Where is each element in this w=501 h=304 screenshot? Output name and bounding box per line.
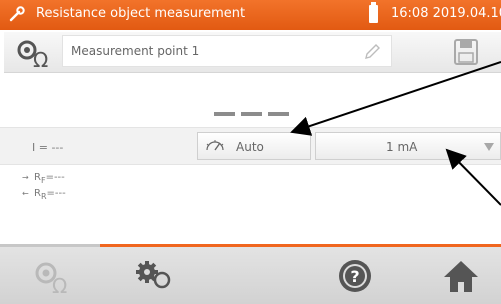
save-icon[interactable] — [454, 39, 478, 65]
ohm-probe-icon[interactable]: Ω — [32, 256, 72, 296]
ohm-probe-icon[interactable]: Ω — [14, 36, 56, 70]
home-icon[interactable] — [441, 256, 481, 296]
svg-text:?: ? — [350, 267, 359, 286]
window-title: Resistance object measurement — [36, 6, 246, 21]
clock: 16:08 2019.04.10 — [391, 6, 501, 21]
arrow-right-icon: → — [22, 173, 29, 182]
wrench-icon — [9, 6, 25, 22]
reading-dash — [268, 112, 289, 116]
svg-text:Ω: Ω — [52, 274, 67, 296]
current-reading: I = --- — [32, 141, 64, 154]
accent-line — [100, 244, 501, 247]
rf-result: → RF=--- — [22, 172, 65, 185]
active-tab-indicator — [0, 244, 100, 247]
auto-range-button[interactable]: Auto — [197, 132, 311, 160]
arrow-left-icon: ← — [22, 189, 29, 198]
measurement-point-name: Measurement point 1 — [71, 44, 200, 58]
controls-row: I = --- Auto 1 mA — [0, 127, 501, 165]
auto-range-icon — [206, 140, 224, 151]
gear-icon[interactable] — [134, 256, 174, 296]
measurement-point-bar: Ω Measurement point 1 — [4, 32, 501, 73]
svg-text:Ω: Ω — [33, 48, 48, 70]
help-icon[interactable]: ? — [335, 256, 375, 296]
auto-range-label: Auto — [236, 140, 264, 154]
reading-dash — [214, 112, 235, 116]
bottom-nav: Ω ? — [0, 244, 501, 304]
measurement-point-field[interactable]: Measurement point 1 — [62, 35, 392, 67]
pencil-icon[interactable] — [363, 43, 381, 61]
reading-dash — [241, 112, 262, 116]
rr-result: ← RR=--- — [22, 188, 66, 201]
title-bar: Resistance object measurement 16:08 2019… — [0, 0, 501, 30]
test-current-value: 1 mA — [386, 140, 418, 154]
chevron-down-icon — [484, 143, 494, 151]
battery-icon — [369, 2, 378, 23]
test-current-select[interactable]: 1 mA — [315, 132, 501, 160]
